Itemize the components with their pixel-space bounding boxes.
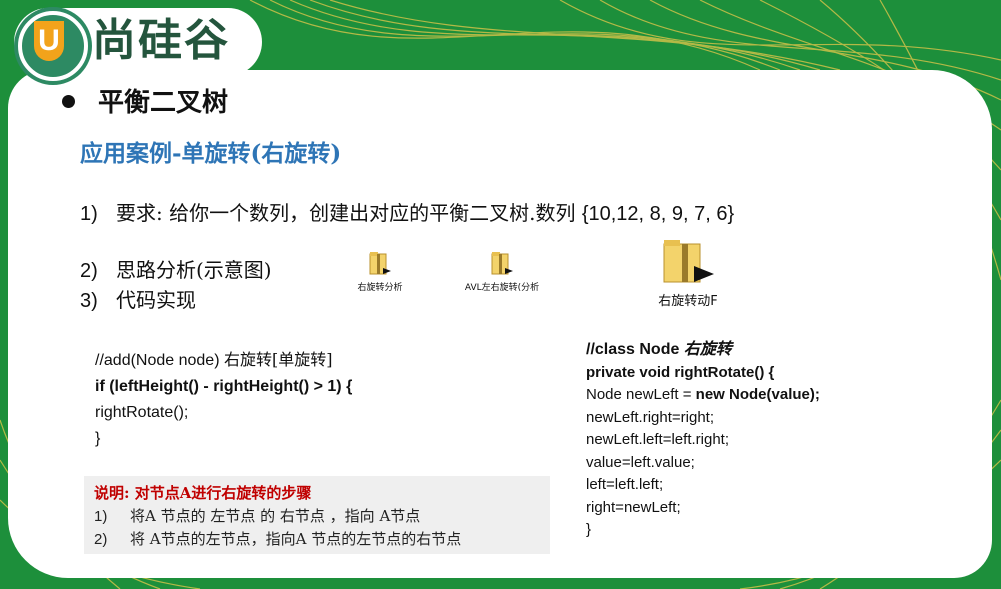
- code-line: newLeft.left=left.right;: [586, 431, 729, 448]
- item-number: 2): [80, 260, 98, 282]
- code-line: newLeft.right=right;: [586, 408, 714, 426]
- code-line: value=left.value;: [586, 453, 695, 471]
- file-right-rotate-animation[interactable]: 右旋转动F: [646, 238, 730, 309]
- file-right-rotate-analysis[interactable]: 右旋转分析: [350, 250, 410, 293]
- code-line: //class Node 右旋转: [586, 338, 820, 362]
- code-line: left=left.left;: [586, 476, 664, 493]
- file-avl-rotate-analysis[interactable]: AVL左右旋转(分析: [462, 250, 542, 293]
- code-keyword: new Node(value);: [695, 386, 820, 403]
- item-number: 3): [80, 290, 98, 312]
- note-step: 2) 将 A节点的左节点，指向A 节点的左节点的右节点: [94, 528, 461, 549]
- code-line: right=newLeft;: [586, 498, 681, 516]
- logo-circle: U: [18, 11, 88, 81]
- code-comment-cjk: 右旋转: [683, 339, 732, 358]
- brand-logo: U 尚硅谷: [14, 8, 262, 81]
- folder-zip-icon: [663, 240, 714, 283]
- code-line: Node newLeft = new Node(value);: [586, 384, 820, 407]
- logo-letter: U: [34, 21, 64, 61]
- note-box: 说明: 对节点A进行右旋转的步骤 1) 将A 节点的 左节点 的 右节点 ，指向 …: [84, 476, 550, 554]
- step-text: 将 A节点的左节点，指向A 节点的左节点的右节点: [130, 530, 462, 548]
- note-step: 1) 将A 节点的 左节点 的 右节点 ，指向 A节点: [94, 505, 420, 526]
- code-line: rightRotate();: [95, 404, 189, 421]
- folder-zip-icon: [491, 252, 513, 275]
- slide-subtitle: 应用案例-单旋转(右旋转): [80, 140, 342, 167]
- code-line: }: [586, 521, 592, 538]
- code-line: if (leftHeight() - rightHeight() > 1) {: [95, 378, 353, 395]
- step-number: 1): [94, 508, 108, 525]
- code-text: Node newLeft =: [586, 386, 696, 403]
- item-number: 1): [80, 203, 98, 225]
- item-text: 代码实现: [116, 288, 196, 312]
- sequence-values: {10,12, 8, 9, 7, 6}: [581, 203, 735, 225]
- step-number: 2): [94, 531, 108, 548]
- code-line: }: [95, 430, 101, 447]
- note-title: 说明: 对节点A进行右旋转的步骤: [94, 484, 312, 502]
- code-block-right: //class Node 右旋转 private void rightRotat…: [586, 338, 820, 542]
- code-item: 3) 代码实现: [80, 284, 196, 313]
- step-text: 将A 节点的 左节点 的 右节点 ，指向 A节点: [130, 507, 421, 525]
- bullet-dot: [62, 95, 75, 108]
- slide-title: 平衡二叉树: [98, 88, 229, 118]
- code-comment: //add(Node node): [95, 352, 224, 369]
- code-line: //add(Node node) 右旋转[单旋转]: [95, 347, 352, 374]
- code-block-left: //add(Node node) 右旋转[单旋转] if (leftHeight…: [95, 347, 352, 452]
- item-text: 要求: 给你一个数列，创建出对应的平衡二叉树.数列: [116, 201, 582, 225]
- file-label: 右旋转分析: [357, 283, 403, 293]
- analysis-item: 2) 思路分析(示意图): [80, 254, 272, 283]
- item-text: 思路分析(示意图): [116, 258, 272, 282]
- logo-text: 尚硅谷: [92, 15, 230, 66]
- file-label: AVL左右旋转(分析: [464, 283, 540, 293]
- code-comment-cjk: 右旋转[单旋转]: [223, 350, 333, 369]
- code-comment: //class Node: [586, 341, 684, 358]
- code-line: private void rightRotate() {: [586, 363, 775, 381]
- requirement-item: 1) 要求: 给你一个数列，创建出对应的平衡二叉树.数列 {10,12, 8, 9…: [80, 197, 734, 226]
- file-label: 右旋转动F: [658, 294, 718, 309]
- folder-zip-icon: [369, 252, 391, 275]
